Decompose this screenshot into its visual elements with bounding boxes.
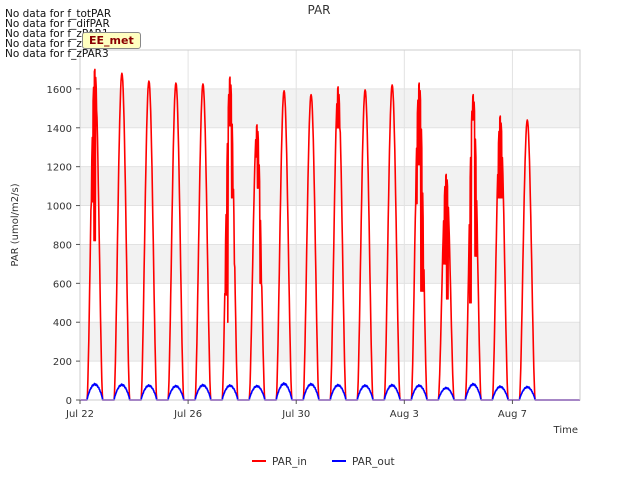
x-axis-ticks: Jul 22 Jul 26 Jul 30 Aug 3 Aug 7 [65,400,527,420]
background-band [80,88,580,128]
x-tick-label: Jul 30 [281,409,310,420]
background-band [80,166,580,206]
y-tick-label: 200 [53,357,72,368]
y-tick-label: 1400 [47,124,72,135]
par-chart: 02004006008001000120014001600 Jul 22 Jul … [10,3,581,468]
y-axis-ticks: 0 200 400 600 800 1000 1200 1400 1600 [47,85,80,407]
x-axis-label: Time [553,425,578,436]
site-badge: EE_met [82,32,141,49]
chart-title: PAR [307,3,330,17]
y-tick-label: 1200 [47,163,72,174]
legend-label: PAR_in [272,456,307,468]
legend-label: PAR_out [352,456,395,468]
y-tick-label: 0 [66,396,72,407]
x-tick-label: Aug 7 [498,409,527,420]
legend: PAR_in PAR_out [252,456,395,468]
x-tick-label: Jul 26 [173,409,202,420]
y-tick-label: 600 [53,279,72,290]
y-tick-label: 800 [53,240,72,251]
y-tick-label: 1000 [47,202,72,213]
y-tick-label: 1600 [47,85,72,96]
x-tick-label: Aug 3 [390,409,419,420]
x-tick-label: Jul 22 [65,409,94,420]
no-data-message: No data for f_zPAR3 [5,48,109,60]
y-tick-label: 400 [53,318,72,329]
y-axis-label: PAR (umol/m2/s) [10,183,21,266]
